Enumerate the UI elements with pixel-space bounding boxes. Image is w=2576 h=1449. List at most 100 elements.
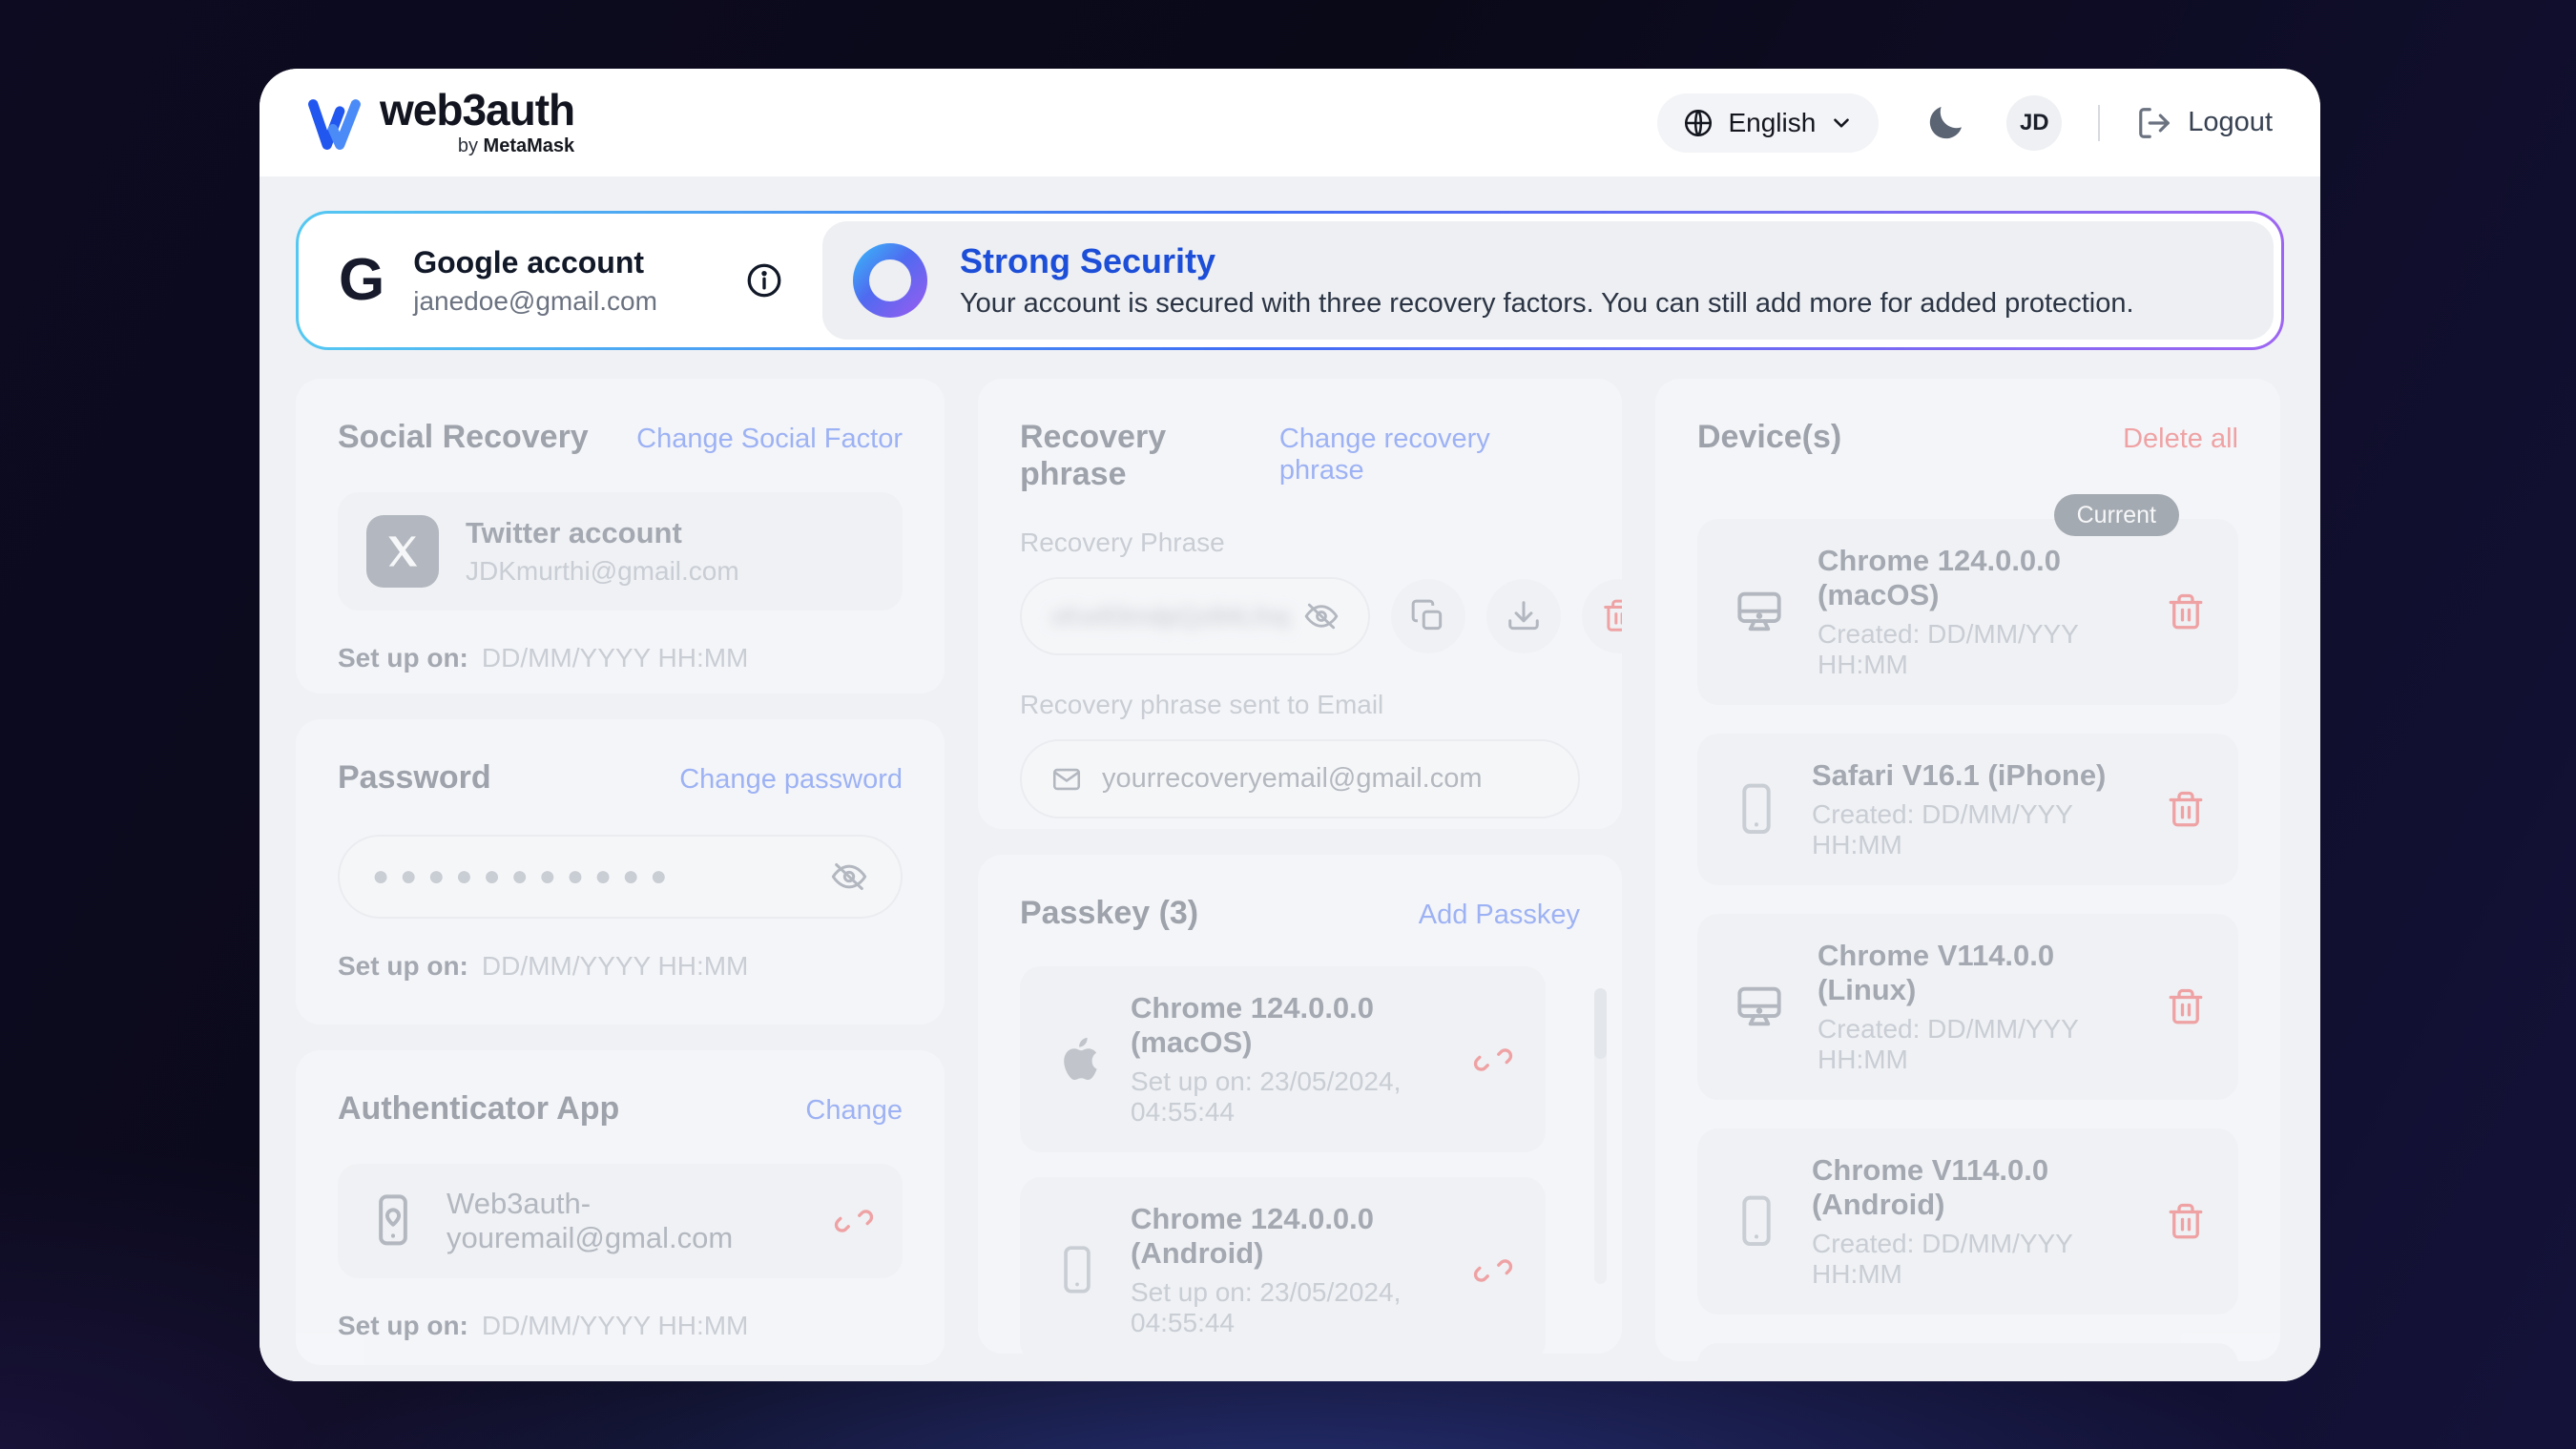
recovery-phrase-field[interactable]: xKw93mdpQz84Lfnq	[1020, 577, 1370, 655]
recovery-phrase-title: Recovery phrase	[1020, 419, 1279, 493]
globe-icon	[1682, 107, 1714, 139]
password-masked-value: ●●●●●●●●●●●	[372, 860, 830, 893]
unlink-icon[interactable]	[834, 1201, 874, 1241]
user-avatar[interactable]: JD	[2006, 95, 2062, 151]
devices-title: Device(s)	[1697, 419, 1841, 456]
device-row: Chrome V114.0.0 (Android) Created: DD/MM…	[1697, 1128, 2238, 1314]
apple-icon	[1052, 1032, 1102, 1087]
security-status-section: Strong Security Your account is secured …	[822, 221, 2274, 340]
app-window: web3auth by MetaMask English	[260, 69, 2320, 1381]
change-authenticator-link[interactable]: Change	[805, 1095, 903, 1127]
trash-icon	[1601, 598, 1622, 634]
dashboard-body: G Google account janedoe@gmail.com	[260, 176, 2320, 1381]
security-status-description: Your account is secured with three recov…	[960, 288, 2134, 320]
language-selector[interactable]: English	[1657, 93, 1879, 153]
eye-off-icon[interactable]	[830, 858, 868, 896]
delete-all-devices-link[interactable]: Delete all	[2123, 424, 2238, 455]
delete-device-icon[interactable]	[2166, 790, 2206, 830]
security-banner: G Google account janedoe@gmail.com	[296, 211, 2284, 350]
unlink-icon[interactable]	[1473, 1040, 1513, 1080]
passkey-scrollbar-track	[1594, 988, 1607, 1284]
twitter-account-title: Twitter account	[466, 516, 739, 550]
password-setup-on: Set up on:DD/MM/YYYY HH:MM	[338, 951, 903, 982]
google-icon: G	[339, 251, 384, 310]
desktop-icon	[1730, 978, 1789, 1037]
passkey-card: Passkey (3) Add Passkey Chrome 124.0.0.0…	[978, 855, 1622, 1354]
column-right: Device(s) Delete all Current	[1655, 379, 2280, 1365]
authenticator-phone-icon	[366, 1191, 420, 1251]
logout-button[interactable]: Logout	[2136, 105, 2273, 141]
eye-off-icon[interactable]	[1303, 598, 1340, 634]
desktop-background: web3auth by MetaMask English	[0, 0, 2576, 1449]
download-phrase-button[interactable]	[1486, 579, 1561, 653]
logout-label: Logout	[2188, 107, 2273, 138]
recovery-phrase-card: Recovery phrase Change recovery phrase R…	[978, 379, 1622, 829]
chevron-down-icon	[1829, 111, 1854, 135]
delete-device-icon[interactable]	[2166, 592, 2206, 632]
provider-email: janedoe@gmail.com	[413, 286, 657, 317]
factors-grid: Social Recovery Change Social Factor Twi…	[296, 379, 2284, 1365]
delete-device-icon[interactable]	[2166, 987, 2206, 1027]
recovery-phrase-label: Recovery Phrase	[1020, 528, 1580, 558]
x-twitter-icon	[366, 515, 439, 588]
mail-icon	[1050, 763, 1083, 796]
add-passkey-link[interactable]: Add Passkey	[1419, 900, 1580, 931]
password-field[interactable]: ●●●●●●●●●●●	[338, 835, 903, 919]
dark-mode-toggle-moon-icon[interactable]	[1922, 100, 1968, 146]
change-recovery-phrase-link[interactable]: Change recovery phrase	[1279, 424, 1580, 486]
unlink-icon[interactable]	[1473, 1251, 1513, 1291]
recovery-email-value: yourrecoveryemail@gmail.com	[1102, 763, 1483, 795]
recovery-email-label: Recovery phrase sent to Email	[1020, 690, 1580, 720]
info-icon[interactable]	[744, 260, 784, 300]
device-row: Chrome V114.0.0 (Linux) Created: DD/MM/Y…	[1697, 914, 2238, 1100]
download-icon	[1506, 598, 1542, 634]
top-bar: web3auth by MetaMask English	[260, 69, 2320, 176]
change-password-link[interactable]: Change password	[679, 764, 903, 796]
copy-icon	[1410, 598, 1446, 634]
smartphone-icon	[1052, 1243, 1102, 1298]
language-label: English	[1728, 108, 1816, 138]
header-divider	[2098, 105, 2100, 141]
device-row: Chrome V114.0.0 (Linux) Created: DD/MM/Y…	[1697, 1343, 2238, 1361]
logo-byline: by MetaMask	[458, 135, 574, 157]
smartphone-icon	[1730, 1193, 1783, 1251]
web3auth-w-icon	[303, 95, 366, 151]
passkey-row: Chrome 124.0.0.0 (macOS) Set up on: 23/0…	[1020, 966, 1546, 1152]
passkey-row: Chrome 124.0.0.0 (Android) Set up on: 23…	[1020, 1177, 1546, 1354]
delete-device-icon[interactable]	[2166, 1202, 2206, 1242]
passkey-scrollbar-thumb[interactable]	[1594, 988, 1607, 1059]
login-provider-section: G Google account janedoe@gmail.com	[299, 214, 822, 347]
authenticator-account: Web3auth-youremail@gmal.com	[447, 1187, 807, 1255]
authenticator-card: Authenticator App Change	[296, 1050, 945, 1365]
change-social-factor-link[interactable]: Change Social Factor	[636, 424, 903, 455]
provider-title: Google account	[413, 245, 657, 280]
delete-phrase-button[interactable]	[1582, 579, 1622, 653]
social-recovery-title: Social Recovery	[338, 419, 589, 456]
logout-icon	[2136, 105, 2172, 141]
recovery-phrase-masked: xKw93mdpQz84Lfnq	[1050, 602, 1290, 631]
recovery-email-field[interactable]: yourrecoveryemail@gmail.com	[1020, 739, 1580, 818]
authenticator-setup-on: Set up on:DD/MM/YYYY HH:MM	[338, 1311, 903, 1341]
password-card: Password Change password ●●●●●●●●●●● S	[296, 719, 945, 1025]
passkey-list: Chrome 124.0.0.0 (macOS) Set up on: 23/0…	[1020, 966, 1580, 1354]
twitter-account-email: JDKmurthi@gmail.com	[466, 556, 739, 587]
web3auth-logo: web3auth by MetaMask	[303, 88, 574, 157]
social-setup-on: Set up on:DD/MM/YYYY HH:MM	[338, 643, 903, 673]
twitter-account-row: Twitter account JDKmurthi@gmail.com	[338, 492, 903, 611]
security-status-title: Strong Security	[960, 241, 2134, 281]
authenticator-title: Authenticator App	[338, 1090, 619, 1128]
column-middle: Recovery phrase Change recovery phrase R…	[978, 379, 1622, 1365]
passkey-title: Passkey (3)	[1020, 895, 1198, 932]
column-left: Social Recovery Change Social Factor Twi…	[296, 379, 945, 1365]
smartphone-icon	[1730, 781, 1783, 838]
device-row: Current Chrome 124.0.0.0 (macOS) Created…	[1697, 519, 2238, 705]
authenticator-account-row: Web3auth-youremail@gmal.com	[338, 1164, 903, 1278]
social-recovery-card: Social Recovery Change Social Factor Twi…	[296, 379, 945, 693]
password-title: Password	[338, 759, 491, 797]
device-row: Safari V16.1 (iPhone) Created: DD/MM/YYY…	[1697, 734, 2238, 885]
devices-list: Current Chrome 124.0.0.0 (macOS) Created…	[1697, 519, 2238, 1361]
copy-phrase-button[interactable]	[1391, 579, 1465, 653]
devices-card: Device(s) Delete all Current	[1655, 379, 2280, 1361]
logo-wordmark: web3auth	[380, 88, 574, 132]
desktop-icon	[1730, 583, 1789, 642]
